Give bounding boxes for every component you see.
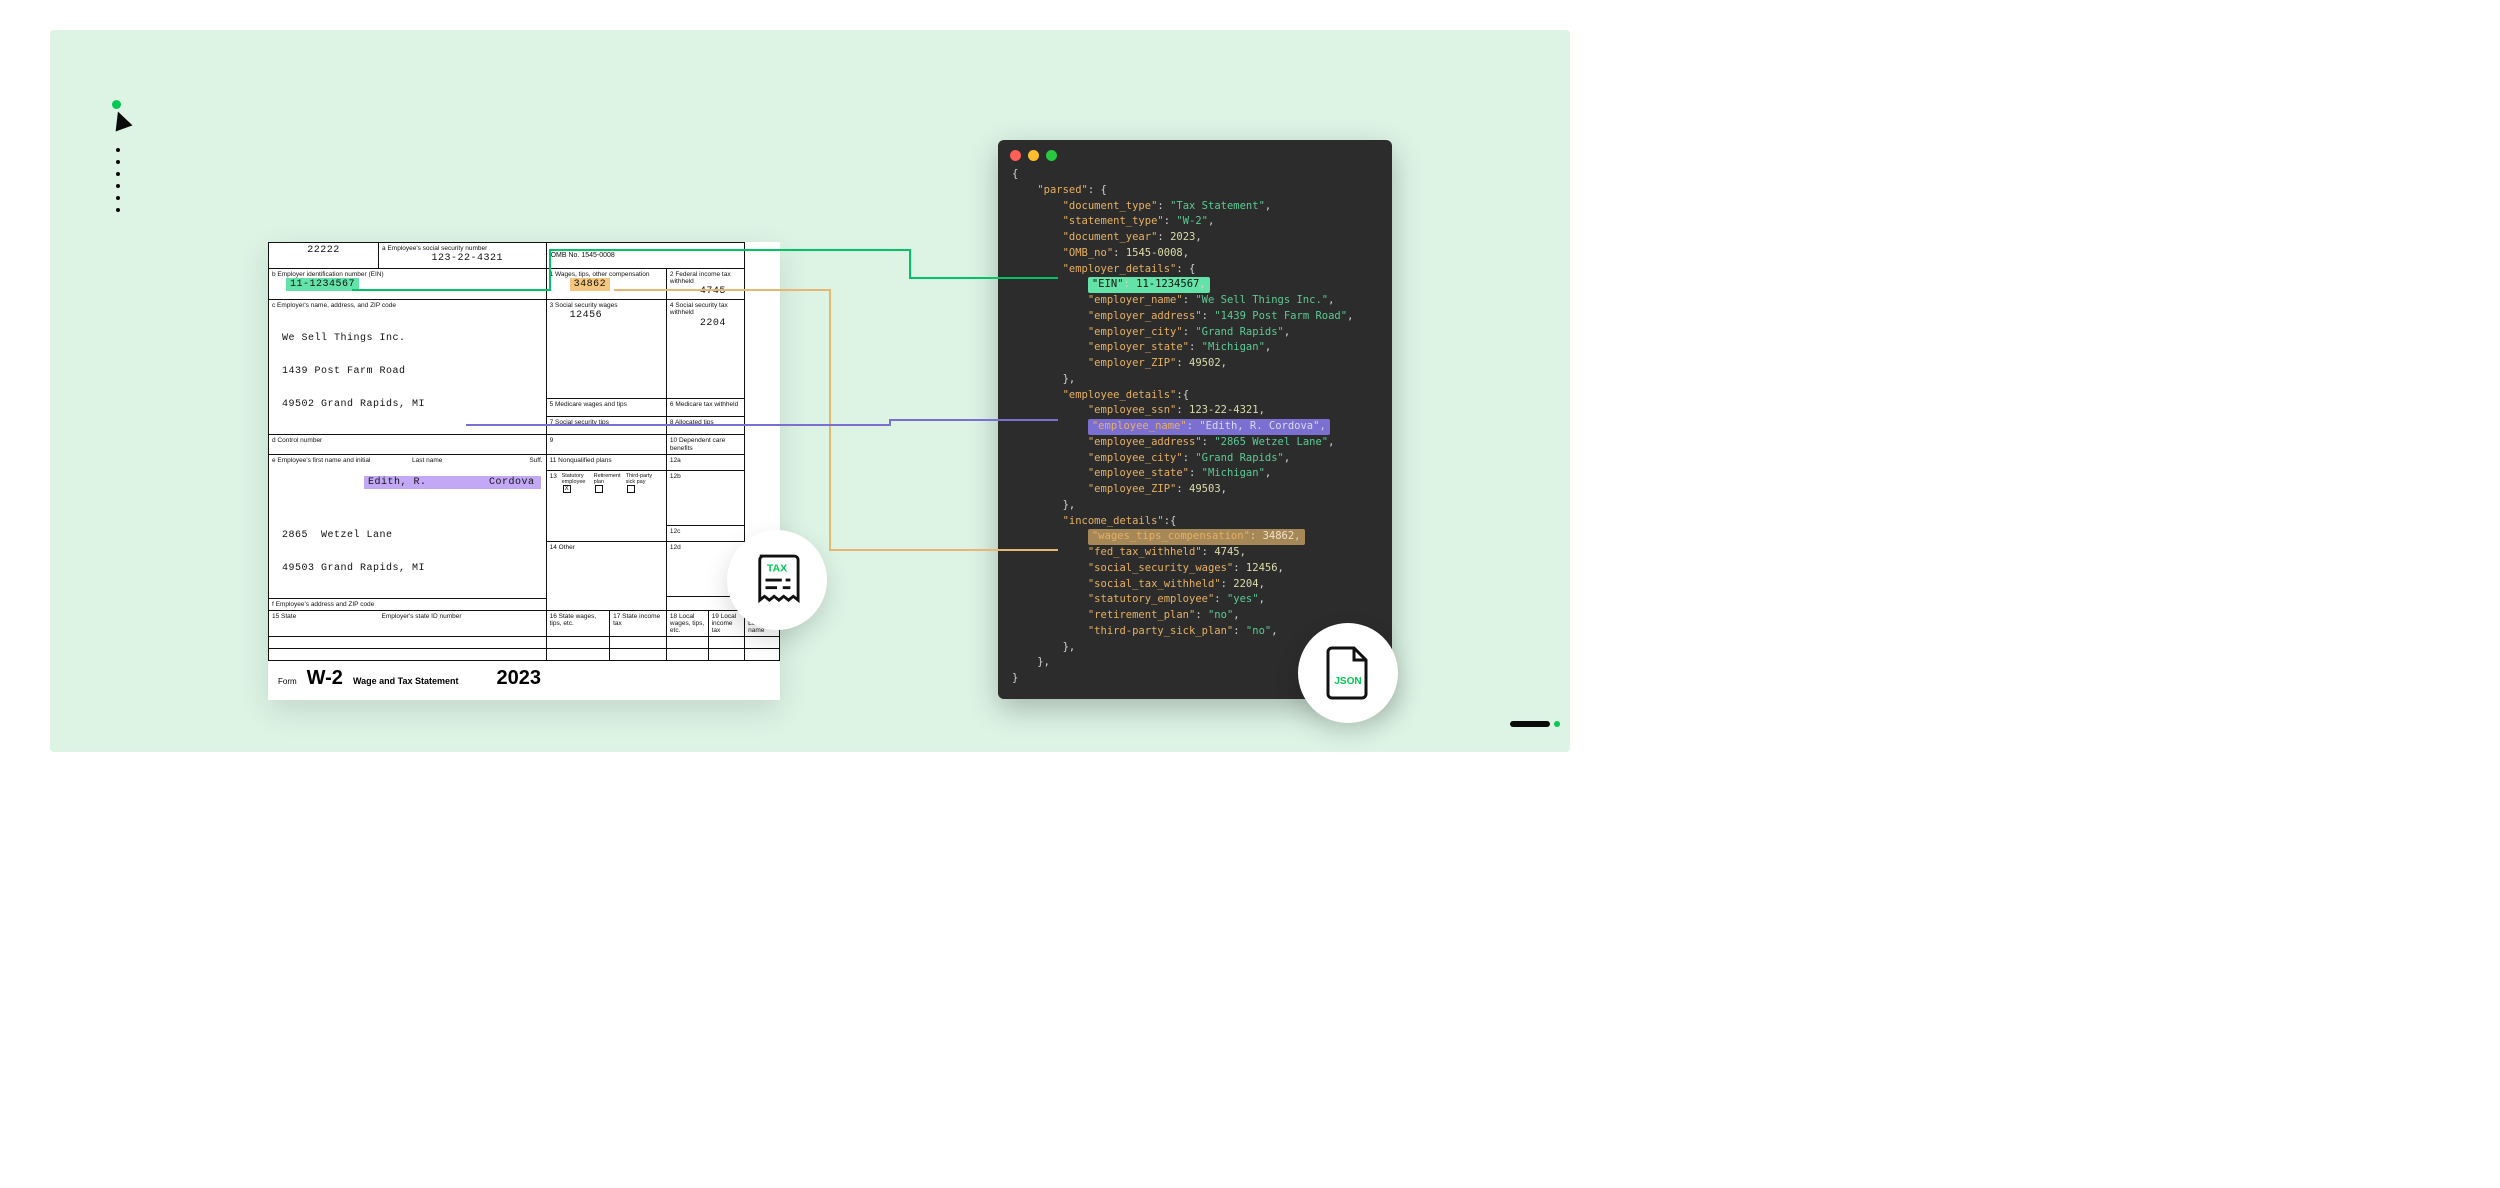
- label-box-c: c Employer's name, address, and ZIP code: [272, 302, 543, 309]
- window-controls: [998, 140, 1392, 167]
- json-file-icon: JSON: [1298, 623, 1398, 723]
- highlight-name-json: "employee_name": "Edith, R. Cordova",: [1088, 419, 1330, 435]
- label-box-4: 4 Social security tax withheld: [670, 302, 741, 316]
- label-box-7: 7 Social security tips: [550, 419, 663, 426]
- label-box-12c: 12c: [670, 528, 741, 535]
- value-employer-addr1: 1439 Post Farm Road: [282, 366, 543, 377]
- omb-number: OMB No. 1545-0008: [546, 243, 745, 269]
- decorative-dot-br: [1554, 721, 1560, 727]
- label-box-18: 18 Local wages, tips, etc.: [670, 613, 705, 634]
- value-emp-last: Cordova: [489, 476, 541, 489]
- value-ein: 11-1234567: [286, 278, 359, 291]
- label-box-16: 16 State wages, tips, etc.: [550, 613, 607, 627]
- traffic-max-icon: [1046, 150, 1057, 161]
- label-box-3: 3 Social security wages: [550, 302, 663, 309]
- svg-text:JSON: JSON: [1334, 676, 1361, 687]
- checkbox-statutory: X: [563, 485, 571, 493]
- form-title: Wage and Tax Statement: [353, 676, 459, 686]
- label-13-stat: Statutory employee: [562, 473, 592, 485]
- diagram-canvas: 22222 a Employee's social security numbe…: [50, 30, 1570, 752]
- tax-receipt-icon: TAX: [727, 530, 827, 630]
- label-box-e: e Employee's first name and initial: [272, 457, 412, 464]
- label-box-d: d Control number: [272, 437, 543, 444]
- label-13-ret: Retirement plan: [594, 473, 624, 485]
- traffic-close-icon: [1010, 150, 1021, 161]
- value-ss-tax: 2204: [670, 317, 741, 329]
- label-box-12b: 12b: [670, 473, 741, 480]
- label-box-12d: 12d: [670, 544, 741, 551]
- value-fed-tax: 4745: [670, 285, 741, 297]
- label-box-5: 5 Medicare wages and tips: [550, 401, 663, 408]
- label-box-17: 17 State income tax: [613, 613, 663, 627]
- label-box-6: 6 Medicare tax withheld: [670, 401, 741, 408]
- highlight-ein-json: "EIN": 11-1234567,: [1088, 277, 1210, 293]
- logo-dot-icon: [112, 100, 121, 109]
- value-ss-wages: 12456: [550, 309, 663, 321]
- label-box-a: a Employee's social security number: [382, 245, 543, 252]
- checkbox-retirement: [595, 485, 603, 493]
- label-box-15: 15 State: [272, 613, 376, 620]
- label-box-19: 19 Local income tax: [712, 613, 742, 634]
- label-box-14: 14 Other: [550, 544, 663, 551]
- logo-mark-icon: [109, 108, 132, 131]
- checkbox-thirdparty: [627, 485, 635, 493]
- decorative-dots: [116, 148, 120, 212]
- label-box-b: b Employer identification number (EIN): [272, 271, 543, 278]
- highlight-wages-json: "wages_tips_compensation": 34862,: [1088, 529, 1305, 545]
- label-box-13: 13: [550, 473, 560, 485]
- form-year: 2023: [496, 667, 541, 690]
- label-box-1: 1 Wages, tips, other compensation: [550, 271, 663, 278]
- value-emp-addr2: 49503 Grand Rapids, MI: [282, 563, 543, 574]
- label-box-11: 11 Nonqualified plans: [550, 457, 663, 464]
- w2-footer: Form W-2 Wage and Tax Statement 2023: [268, 661, 780, 700]
- w2-form-card: 22222 a Employee's social security numbe…: [268, 242, 780, 700]
- value-ssn: 123-22-4321: [382, 252, 543, 264]
- json-output: { "parsed": { "document_type": "Tax Stat…: [998, 167, 1392, 687]
- form-code: W-2: [307, 667, 343, 690]
- void-code: 22222: [269, 243, 379, 269]
- value-employer-name: We Sell Things Inc.: [282, 333, 543, 344]
- svg-text:TAX: TAX: [767, 562, 787, 574]
- label-box-2: 2 Federal income tax withheld: [670, 271, 741, 285]
- value-wages: 34862: [570, 278, 611, 291]
- label-box-10: 10 Dependent care benefits: [670, 437, 741, 451]
- label-box-f: f Employee's address and ZIP code: [272, 601, 543, 608]
- label-13-3p: Third-party sick pay: [626, 473, 656, 485]
- json-code-panel: { "parsed": { "document_type": "Tax Stat…: [998, 140, 1392, 699]
- label-box-8: 8 Allocated tips: [670, 419, 741, 426]
- value-emp-addr1: 2865 Wetzel Lane: [282, 530, 543, 541]
- value-employer-addr2: 49502 Grand Rapids, MI: [282, 399, 543, 410]
- value-emp-first: Edith, R.: [364, 476, 489, 489]
- label-e-last: Last name: [412, 457, 529, 464]
- decorative-dash: [1510, 721, 1550, 727]
- traffic-min-icon: [1028, 150, 1039, 161]
- label-box-12a: 12a: [670, 457, 741, 464]
- label-e-suff: Suff.: [529, 457, 542, 464]
- label-box-15b: Employer's state ID number: [382, 613, 543, 620]
- label-box-9: 9: [550, 437, 663, 444]
